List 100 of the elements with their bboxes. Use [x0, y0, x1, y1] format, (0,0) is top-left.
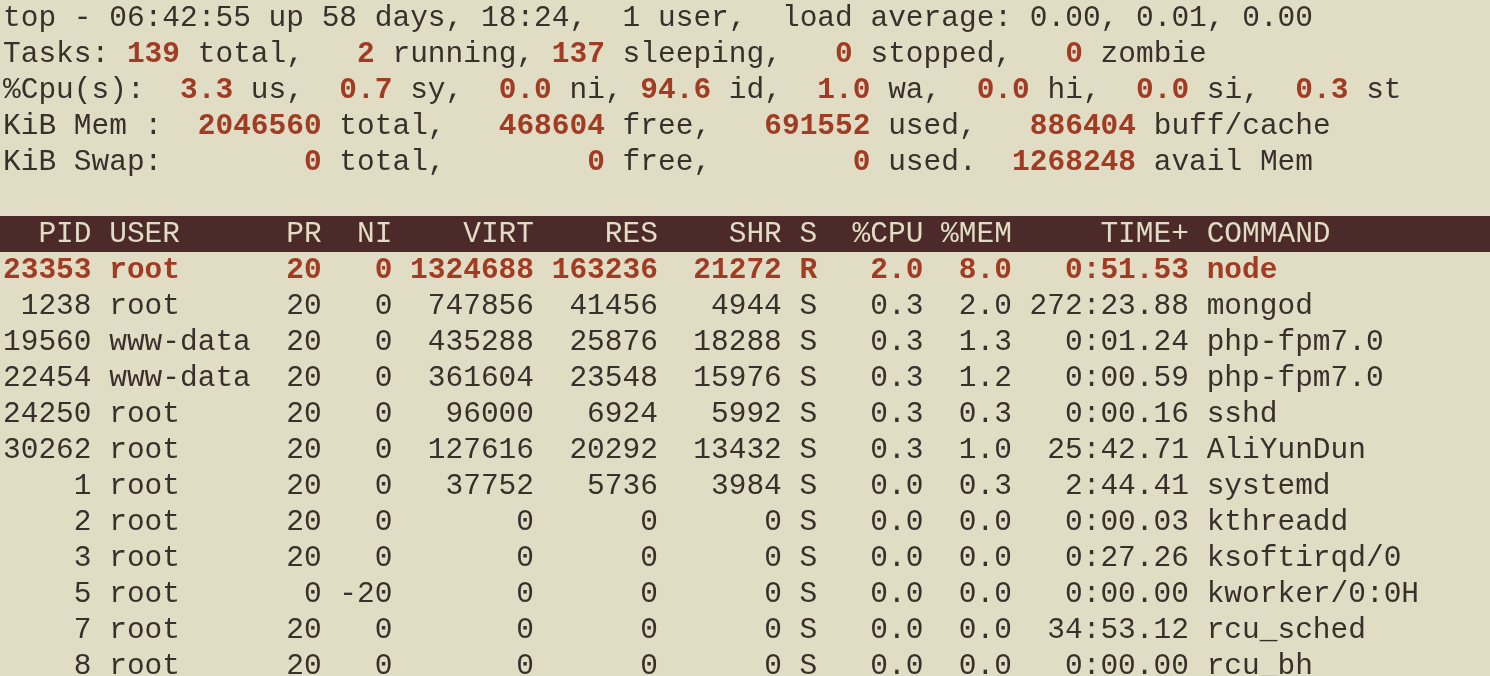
table-cell: S — [799, 469, 818, 503]
table-cell: root — [109, 577, 180, 611]
table-cell: 0 — [640, 577, 658, 611]
table-cell: 34:53.12 — [1047, 613, 1189, 647]
table-cell: 4944 — [711, 289, 782, 323]
table-cell: 747856 — [427, 289, 534, 323]
table-cell: 0.0 — [870, 469, 924, 503]
table-cell: 0 — [374, 361, 393, 395]
table-cell: 2:44.41 — [1065, 469, 1189, 503]
table-cell: 0:00.00 — [1065, 577, 1189, 611]
table-cell: S — [799, 541, 818, 575]
table-cell: 1.0 — [958, 433, 1012, 467]
column-header: NI — [357, 217, 393, 251]
table-cell: ksoftirqd/0 — [1206, 541, 1402, 575]
table-cell: rcu_bh — [1206, 649, 1313, 676]
table-cell: root — [109, 397, 180, 431]
table-cell: 41456 — [569, 289, 658, 323]
column-header: TIME+ — [1100, 217, 1189, 251]
table-cell: www-data — [109, 361, 251, 395]
table-cell: 0 — [374, 613, 393, 647]
table-cell: 0.0 — [958, 613, 1012, 647]
table-cell: root — [109, 649, 180, 676]
table-cell: 22454 — [3, 361, 92, 395]
table-cell: node — [1206, 253, 1278, 287]
table-cell: 1.2 — [958, 361, 1012, 395]
table-cell: 20 — [286, 289, 322, 323]
table-cell: 0 — [374, 289, 393, 323]
column-header: %MEM — [941, 217, 1012, 251]
summary-line: Tasks: 139 total, 2 running, 137 sleeping, 0 stopped, 0 zombie — [2, 36, 1207, 72]
table-cell: root — [109, 469, 180, 503]
table-cell: S — [799, 613, 818, 647]
table-cell: 6924 — [587, 397, 658, 431]
table-cell: 272:23.88 — [1029, 289, 1189, 323]
table-cell: 1 — [73, 469, 92, 503]
table-cell: 2 — [73, 505, 92, 539]
table-cell: 8 — [73, 649, 92, 676]
table-cell: 20 — [286, 505, 322, 539]
table-cell: root — [109, 253, 180, 287]
summary-line: KiB Mem : 2046560 total, 468604 free, 691552 used, 886404 buff/cache — [2, 108, 1331, 144]
table-cell: root — [109, 433, 180, 467]
table-cell: 3984 — [711, 469, 782, 503]
table-cell: S — [799, 325, 818, 359]
table-cell: kthreadd — [1206, 505, 1349, 539]
table-cell: 3 — [73, 541, 92, 575]
table-cell: root — [109, 289, 180, 323]
table-cell: 23353 — [3, 253, 92, 287]
column-header: PID — [38, 217, 92, 251]
table-cell: 8.0 — [958, 253, 1012, 287]
table-cell: 0 — [374, 649, 393, 676]
table-cell: 0.0 — [958, 577, 1012, 611]
table-cell: 0 — [374, 253, 393, 287]
table-cell: 435288 — [427, 325, 534, 359]
table-cell: 5 — [73, 577, 92, 611]
table-cell: S — [799, 649, 818, 676]
table-cell: 0.3 — [870, 361, 924, 395]
table-cell: 96000 — [445, 397, 534, 431]
table-cell: 0:00.00 — [1065, 649, 1189, 676]
table-cell: 20 — [286, 253, 322, 287]
table-cell: 2.0 — [958, 289, 1012, 323]
table-cell: php-fpm7.0 — [1206, 361, 1384, 395]
table-cell: 127616 — [427, 433, 534, 467]
column-header: COMMAND — [1206, 217, 1331, 251]
summary-line: top - 06:42:55 up 58 days, 18:24, 1 user, load average: 0.00, 0.01, 0.00 — [2, 0, 1313, 36]
table-cell: mongod — [1206, 289, 1313, 323]
table-cell: 0 — [640, 505, 658, 539]
table-cell: S — [799, 577, 818, 611]
table-cell: 0.3 — [870, 325, 924, 359]
table-cell: 20 — [286, 613, 322, 647]
table-cell: 5736 — [587, 469, 658, 503]
table-cell: -20 — [339, 577, 393, 611]
table-cell: 25:42.71 — [1047, 433, 1189, 467]
table-cell: php-fpm7.0 — [1206, 325, 1384, 359]
table-cell: 0.3 — [870, 289, 924, 323]
table-cell: 5992 — [711, 397, 782, 431]
column-header: VIRT — [463, 217, 534, 251]
table-cell: 361604 — [427, 361, 534, 395]
table-cell: 30262 — [3, 433, 92, 467]
table-cell: S — [799, 433, 818, 467]
table-cell: 0 — [516, 505, 534, 539]
table-cell: sshd — [1206, 397, 1278, 431]
table-cell: 1238 — [20, 289, 92, 323]
table-cell: 20 — [286, 469, 322, 503]
table-cell: 20 — [286, 361, 322, 395]
table-cell: 0 — [303, 577, 322, 611]
column-header: RES — [604, 217, 658, 251]
table-cell: 18288 — [693, 325, 782, 359]
summary-line: KiB Swap: 0 total, 0 free, 0 used. 1268248 avail Mem — [2, 144, 1314, 180]
table-cell: 0 — [516, 649, 534, 676]
table-cell: 0:00.59 — [1065, 361, 1189, 395]
table-cell: 0 — [640, 613, 658, 647]
table-cell: 19560 — [3, 325, 92, 359]
table-cell: 0 — [764, 613, 782, 647]
table-cell: 0 — [640, 541, 658, 575]
table-cell: 0:00.03 — [1065, 505, 1189, 539]
table-cell: 20 — [286, 649, 322, 676]
table-cell: 0.0 — [870, 541, 924, 575]
table-cell: 0.0 — [870, 613, 924, 647]
table-cell: S — [799, 361, 818, 395]
table-cell: 0.0 — [958, 541, 1012, 575]
table-cell: 15976 — [693, 361, 782, 395]
